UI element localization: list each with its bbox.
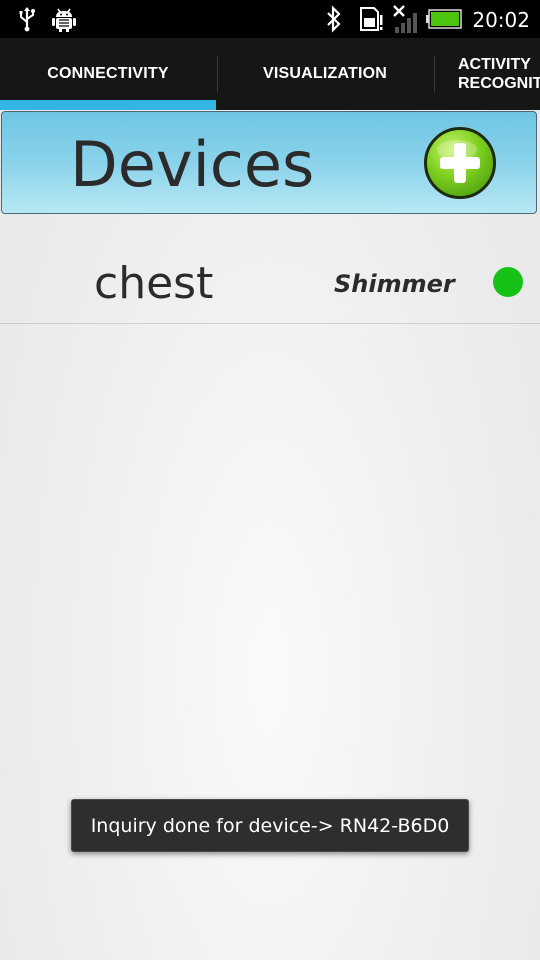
page-title: Devices <box>70 128 315 201</box>
tab-divider <box>434 56 435 92</box>
device-type: Shimmer <box>334 270 455 298</box>
tab-bar: CONNECTIVITY VISUALIZATION ACTIVITY RECO… <box>0 38 540 110</box>
selected-tab-indicator <box>0 100 216 110</box>
devices-header: Devices <box>1 111 537 214</box>
sd-card-icon <box>356 0 386 38</box>
no-signal-icon <box>390 0 424 38</box>
tab-label-line2: RECOGNIT <box>458 75 540 92</box>
usb-icon <box>14 0 40 38</box>
toast-message: Inquiry done for device-> RN42-B6D0 <box>71 799 469 852</box>
plus-circle-icon <box>437 140 480 183</box>
tab-activity-recognition[interactable]: ACTIVITY RECOGNIT <box>458 38 540 110</box>
connection-status-icon <box>493 267 523 297</box>
status-bar: 20:02 <box>0 0 540 38</box>
device-list-item[interactable]: chest Shimmer <box>0 248 540 324</box>
battery-icon <box>426 0 462 38</box>
add-device-button[interactable] <box>424 127 496 199</box>
android-debug-icon <box>50 0 78 38</box>
clock: 20:02 <box>472 8 530 32</box>
tab-visualization[interactable]: VISUALIZATION <box>218 38 432 110</box>
tab-label-line1: ACTIVITY <box>458 56 531 73</box>
device-name: chest <box>94 258 214 309</box>
bluetooth-icon <box>322 0 346 38</box>
